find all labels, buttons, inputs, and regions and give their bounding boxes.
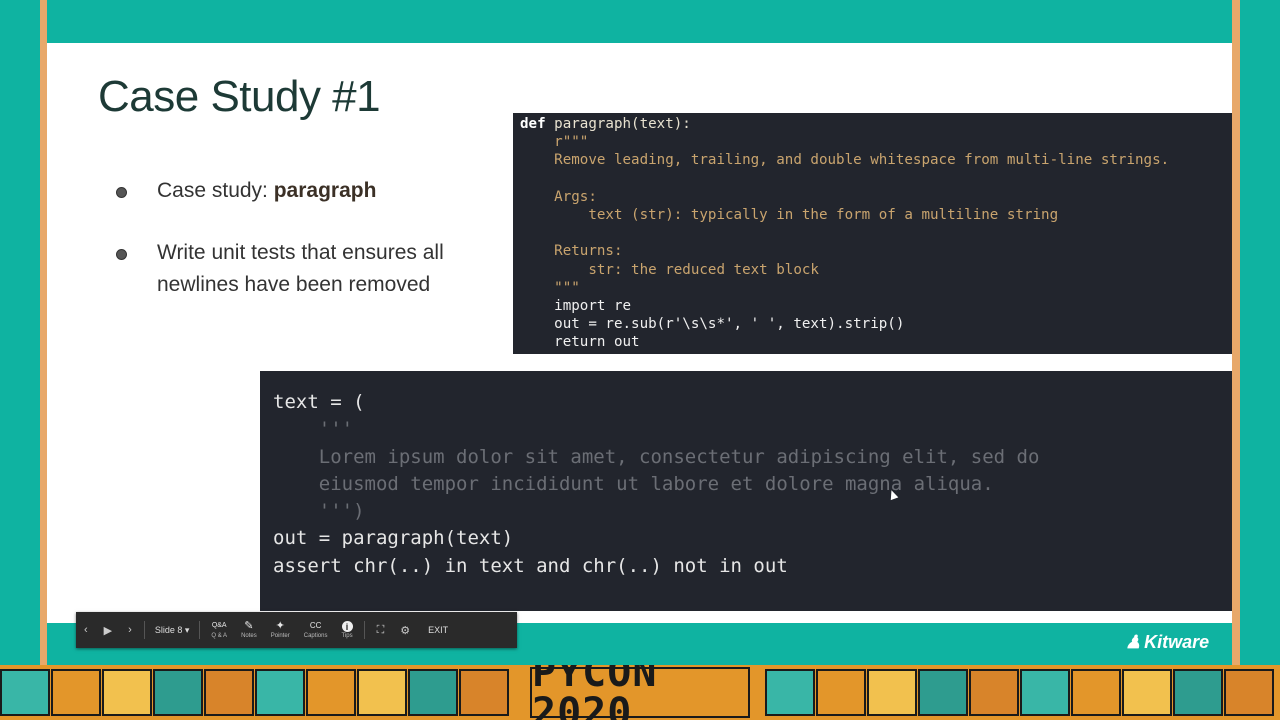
qa-icon: Q&A <box>211 622 227 629</box>
code-text: Remove leading, trailing, and double whi… <box>520 152 1170 169</box>
slide-title: Case Study #1 <box>98 72 381 121</box>
captions-label: Captions <box>303 633 328 639</box>
kitware-logo-text: Kitware <box>1144 632 1210 652</box>
banner-tile <box>816 669 866 716</box>
bullet-dot-icon <box>116 249 127 260</box>
kitware-logo: ♟ Kitware <box>1125 632 1209 653</box>
banner-tile <box>1224 669 1274 716</box>
code-text: r""" <box>520 134 589 151</box>
code-text: Args: <box>520 188 597 205</box>
bullet-dot-icon <box>116 187 127 198</box>
fullscreen-icon[interactable]: ⛶ <box>369 624 393 637</box>
captions-button[interactable]: CC Captions <box>297 612 335 648</box>
code-function-text: def paragraph(text): r""" Remove leading… <box>513 113 1232 352</box>
banner-tile <box>153 669 203 716</box>
code-text: paragraph(text): <box>545 116 691 132</box>
banner-tile <box>969 669 1019 716</box>
banner-tile <box>765 669 815 716</box>
qa-button[interactable]: Q&A Q & A <box>204 612 234 648</box>
code-block-test: text = ( ''' Lorem ipsum dolor sit amet,… <box>260 371 1232 611</box>
code-line: text = ( <box>273 391 365 413</box>
code-text: """ <box>520 279 580 296</box>
frame-right <box>1232 0 1240 665</box>
pointer-button[interactable]: ✦ Pointer <box>264 612 297 648</box>
banner-tile <box>204 669 254 716</box>
code-line: Args: <box>520 189 597 205</box>
code-line: eiusmod tempor incididunt ut labore et d… <box>273 472 994 495</box>
qa-label: Q & A <box>211 633 228 639</box>
code-line: out = paragraph(text) <box>273 527 514 550</box>
tips-label: Tips <box>341 632 353 639</box>
tips-button[interactable]: i Tips <box>334 612 359 648</box>
code-line: import re <box>520 298 631 314</box>
pycon-banner: PYCON 2020 <box>0 665 1280 720</box>
presentation-toolbar: ‹ ▶ › Slide 8 ▾ Q&A Q & A ✎ Notes ✦ Poin… <box>76 612 517 648</box>
code-line: r""" <box>520 134 588 150</box>
code-line: Remove leading, trailing, and double whi… <box>520 152 1169 168</box>
slide-selector[interactable]: Slide 8 ▾ <box>149 625 196 636</box>
tips-icon: i <box>341 620 353 632</box>
bullet-bold-text: paragraph <box>273 179 377 202</box>
banner-tile <box>459 669 509 716</box>
prev-slide-button[interactable]: ‹ <box>76 624 96 636</box>
notes-icon: ✎ <box>244 620 254 632</box>
banner-tile <box>1173 669 1223 716</box>
pointer-icon: ✦ <box>275 620 285 632</box>
code-line: out = re.sub(r'\s\s*', ' ', text).strip(… <box>520 316 904 332</box>
pointer-label: Pointer <box>270 633 290 639</box>
banner-tile <box>408 669 458 716</box>
code-line: """ <box>520 280 580 296</box>
code-block-function: def paragraph(text): r""" Remove leading… <box>513 113 1232 354</box>
code-text: out = re.sub(r'\s\s*', ' ', text).strip(… <box>520 316 905 333</box>
code-line: assert chr(..) in text and chr(..) not i… <box>273 554 788 577</box>
banner-tile <box>357 669 407 716</box>
code-text: text (str): typically in the form of a m… <box>520 207 1059 224</box>
code-text: return out <box>520 334 640 351</box>
bullet-list: Case study: paragraph Write unit tests t… <box>112 175 452 331</box>
code-line: text (str): typically in the form of a m… <box>520 207 1058 223</box>
banner-tile <box>102 669 152 716</box>
banner-tile <box>1071 669 1121 716</box>
code-line: Returns: <box>520 243 623 260</box>
notes-label: Notes <box>241 633 257 639</box>
code-line: def paragraph(text): <box>520 116 691 132</box>
pycon-logo: PYCON 2020 <box>530 665 750 720</box>
bullet-item: Case study: paragraph <box>112 175 452 207</box>
exit-button[interactable]: EXIT <box>418 625 458 635</box>
code-line: Lorem ipsum dolor sit amet, consectetur … <box>273 445 1040 468</box>
code-test-text: text = ( ''' Lorem ipsum dolor sit amet,… <box>260 371 1232 580</box>
next-slide-button[interactable]: › <box>120 624 140 636</box>
code-keyword: def <box>520 116 546 132</box>
code-text: import re <box>520 298 632 315</box>
slide-selector-label: Slide 8 <box>154 624 183 635</box>
captions-icon: CC <box>309 621 322 630</box>
settings-gear-icon[interactable]: ⚙ <box>392 624 418 637</box>
banner-tile <box>1020 669 1070 716</box>
frame-left <box>40 0 47 665</box>
code-line: ''' <box>273 418 354 441</box>
toolbar-divider <box>363 621 365 639</box>
bullet-item: Write unit tests that ensures all newlin… <box>112 237 452 301</box>
code-line: str: the reduced text block <box>520 262 819 278</box>
banner-tile <box>867 669 917 716</box>
bullet-text: Case study: <box>157 179 274 202</box>
play-button[interactable]: ▶ <box>96 624 120 637</box>
code-text: Returns: <box>520 243 623 260</box>
banner-tile <box>51 669 101 716</box>
kitware-logo-icon: ♟ <box>1125 632 1142 652</box>
toolbar-divider <box>199 621 201 639</box>
code-text: str: the reduced text block <box>520 261 819 278</box>
code-line: ''') <box>273 500 365 523</box>
banner-tile <box>0 669 50 716</box>
banner-tile <box>306 669 356 716</box>
banner-tile <box>918 669 968 716</box>
code-line: return out <box>520 334 640 351</box>
toolbar-divider <box>143 621 145 639</box>
pycon-logo-text: PYCON 2020 <box>532 665 658 720</box>
banner-tile <box>255 669 305 716</box>
banner-tile <box>1122 669 1172 716</box>
bullet-text: Write unit tests that ensures all newlin… <box>157 241 444 296</box>
notes-button[interactable]: ✎ Notes <box>234 612 264 648</box>
